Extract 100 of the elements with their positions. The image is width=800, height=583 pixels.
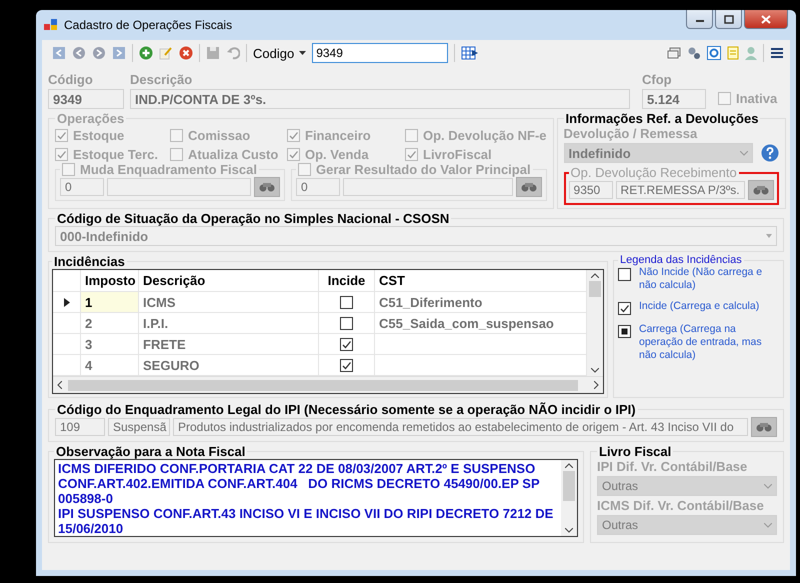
horizontal-scrollbar[interactable] <box>53 376 603 393</box>
table-cell[interactable]: FRETE <box>139 334 319 354</box>
checkbox[interactable] <box>340 316 353 330</box>
binoculars-icon <box>258 182 276 192</box>
checkbox[interactable] <box>340 358 353 372</box>
checkbox[interactable] <box>718 92 731 105</box>
type-field[interactable]: Suspensã <box>108 418 170 436</box>
csosn-dropdown[interactable]: 000-Indefinido <box>55 226 777 246</box>
lookup-button[interactable] <box>516 177 542 197</box>
checkbox[interactable] <box>340 338 353 350</box>
scroll-up-icon[interactable] <box>565 463 573 468</box>
checkbox-label: Atualiza Custo <box>188 147 278 162</box>
scroll-up-icon[interactable] <box>591 273 599 278</box>
checkbox[interactable] <box>55 148 68 161</box>
binoculars-icon <box>520 182 538 192</box>
code-field[interactable]: 9349 <box>48 89 124 109</box>
code-field[interactable]: 109 <box>55 418 105 436</box>
code-field[interactable]: 9350 <box>568 181 613 199</box>
caret-icon <box>764 484 772 488</box>
checkbox-label: Financeiro <box>305 128 371 143</box>
document-icon[interactable] <box>727 46 739 60</box>
scroll-right-icon[interactable] <box>594 381 599 389</box>
checkbox[interactable] <box>287 129 300 142</box>
search-field-dropdown[interactable]: Codigo <box>253 46 306 60</box>
code-field[interactable]: 0 <box>296 178 340 196</box>
name-field[interactable] <box>343 178 513 196</box>
table-cell[interactable]: I.P.I. <box>139 313 319 333</box>
edit-icon[interactable] <box>159 46 173 60</box>
group-title: Código do Enquadramento Legal do IPI (Necessário somente se a operação NÃO incidir o IPI) <box>56 402 637 417</box>
scroll-thumb[interactable] <box>589 281 601 297</box>
table-cell[interactable]: SEGURO <box>139 355 319 375</box>
vertical-scrollbar[interactable] <box>561 460 577 536</box>
description-field[interactable]: IND.P/CONTA DE 3ºs. <box>130 89 630 109</box>
group-title: Código de Situação da Operação no Simples Nacional - CSOSN <box>56 211 450 226</box>
first-record-icon[interactable] <box>52 46 66 60</box>
menu-icon[interactable] <box>770 47 784 59</box>
scroll-down-icon[interactable] <box>565 528 573 533</box>
name-field[interactable] <box>107 178 251 196</box>
type-dropdown[interactable]: Indefinido <box>564 143 753 163</box>
maximize-icon <box>724 14 734 24</box>
next-record-icon[interactable] <box>92 46 106 60</box>
column-header[interactable]: Incide <box>319 270 375 291</box>
checkbox[interactable] <box>340 296 353 308</box>
checkbox[interactable] <box>62 163 75 176</box>
name-field[interactable]: RET.REMESSA P/3ºs. <box>616 181 745 199</box>
windows-icon[interactable] <box>667 47 681 59</box>
binoculars-icon <box>755 422 773 432</box>
column-header[interactable]: Descrição <box>139 270 319 291</box>
close-icon <box>761 14 771 24</box>
grid-search-icon[interactable] <box>461 46 480 60</box>
last-record-icon[interactable] <box>112 46 126 60</box>
table-cell[interactable]: 3 <box>81 334 139 354</box>
delete-icon[interactable] <box>179 46 193 60</box>
lookup-button[interactable] <box>751 417 777 437</box>
field-label: Código <box>48 72 94 87</box>
maximize-button[interactable] <box>715 10 742 29</box>
table-cell[interactable]: 2 <box>81 313 139 333</box>
code-field[interactable]: 0 <box>60 178 104 196</box>
checkbox[interactable] <box>405 148 418 161</box>
checkbox[interactable] <box>287 148 300 161</box>
checkbox[interactable] <box>405 129 418 142</box>
checkbox[interactable] <box>170 129 183 142</box>
table-cell[interactable]: 4 <box>81 355 139 375</box>
help-icon[interactable] <box>760 144 779 162</box>
save-icon[interactable] <box>206 46 220 60</box>
scroll-thumb[interactable] <box>563 471 575 501</box>
dropdown[interactable]: Outras <box>597 515 777 535</box>
description-field[interactable]: Produtos industrializados por encomenda remetidos ao estabelecimento de origem - Art. 43 Inciso VII do <box>173 418 748 436</box>
checkbox-label: Estoque Terc. <box>73 147 158 162</box>
column-header[interactable]: Imposto <box>81 270 139 291</box>
checkbox[interactable] <box>170 148 183 161</box>
prev-record-icon[interactable] <box>72 46 86 60</box>
lookup-button[interactable] <box>254 177 280 197</box>
scroll-down-icon[interactable] <box>591 368 599 373</box>
search-field[interactable]: 9349 <box>312 43 448 63</box>
person-icon[interactable] <box>745 46 757 60</box>
vertical-scrollbar[interactable] <box>587 270 603 376</box>
table-cell[interactable]: ICMS <box>139 292 319 312</box>
minimize-button[interactable] <box>686 10 713 29</box>
undo-icon[interactable] <box>226 46 240 60</box>
group-title: Operações <box>56 111 126 126</box>
checkbox[interactable] <box>298 163 311 176</box>
checkbox[interactable] <box>55 129 68 142</box>
cfop-field[interactable]: 5.124 <box>642 89 706 109</box>
add-icon[interactable] <box>139 46 153 60</box>
checkbox-label: Inativa <box>736 91 778 106</box>
close-button[interactable] <box>744 10 788 29</box>
dropdown[interactable]: Outras <box>597 476 777 496</box>
checkbox-label: Estoque <box>73 128 124 143</box>
checkbox-label: Gerar Resultado do Valor Principal <box>316 162 531 177</box>
scroll-left-icon[interactable] <box>57 381 62 389</box>
table-cell[interactable]: 1 <box>81 292 139 312</box>
group-title: Legenda das Incidências <box>619 254 743 266</box>
lookup-button[interactable] <box>748 180 774 200</box>
group-title: Livro Fiscal <box>598 444 672 459</box>
group-title: Informações Ref. a Devoluções <box>564 111 760 126</box>
row-indicator-icon <box>64 298 70 306</box>
legend-label: Incide (Carrega e calcula) <box>639 300 760 313</box>
checkbox-label: LivroFiscal <box>423 147 492 162</box>
scroll-thumb[interactable] <box>68 380 578 390</box>
